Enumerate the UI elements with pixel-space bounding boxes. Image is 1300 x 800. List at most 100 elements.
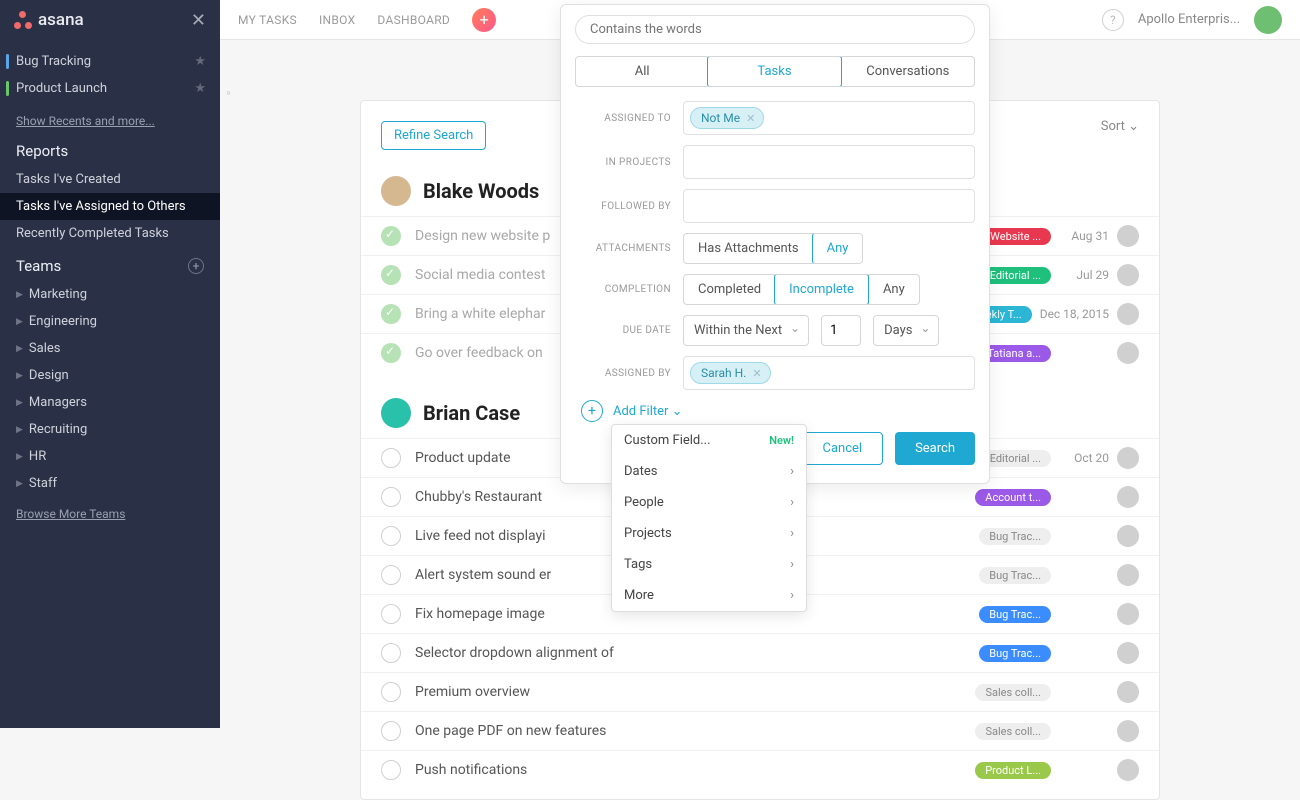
close-sidebar-icon[interactable]: ✕ xyxy=(191,10,206,31)
complete-checkbox[interactable] xyxy=(381,448,401,468)
remove-token-icon[interactable]: ✕ xyxy=(746,112,755,125)
show-recents-link[interactable]: Show Recents and more... xyxy=(0,110,220,132)
token-sarah[interactable]: Sarah H.✕ xyxy=(690,362,771,384)
project-tag[interactable]: Editorial ... xyxy=(980,267,1051,284)
complete-checkbox[interactable] xyxy=(381,565,401,585)
task-row[interactable]: Premium overviewSales coll... xyxy=(361,672,1159,711)
assignee-mini-avatar[interactable] xyxy=(1117,486,1139,508)
complete-checkbox[interactable] xyxy=(381,643,401,663)
assignee-mini-avatar[interactable] xyxy=(1117,603,1139,625)
workspace-name[interactable]: Apollo Enterpris... xyxy=(1138,12,1240,27)
add-team-icon[interactable]: + xyxy=(188,258,204,274)
project-tag[interactable]: Bug Trac... xyxy=(979,528,1051,545)
project-tag[interactable]: Sales coll... xyxy=(975,723,1051,740)
sidebar-team[interactable]: ▶Recruiting xyxy=(0,416,220,443)
help-icon[interactable]: ? xyxy=(1102,9,1124,31)
nav-dashboard[interactable]: DASHBOARD xyxy=(377,13,450,27)
complete-checkbox[interactable] xyxy=(381,265,401,285)
sidebar-project[interactable]: Product Launch★ xyxy=(0,75,220,102)
assignee-mini-avatar[interactable] xyxy=(1117,303,1139,325)
complete-checkbox[interactable] xyxy=(381,487,401,507)
filter-menu-item[interactable]: More› xyxy=(612,580,806,611)
followed-by-field[interactable] xyxy=(683,189,975,223)
project-tag[interactable]: Website ... xyxy=(980,228,1051,245)
filter-menu-item[interactable]: Projects› xyxy=(612,518,806,549)
sidebar-team[interactable]: ▶Staff xyxy=(0,470,220,497)
assignee-mini-avatar[interactable] xyxy=(1117,564,1139,586)
sidebar-project[interactable]: Bug Tracking★ xyxy=(0,48,220,75)
cancel-button[interactable]: Cancel xyxy=(801,432,883,465)
sidebar-team[interactable]: ▶Marketing xyxy=(0,281,220,308)
assignee-mini-avatar[interactable] xyxy=(1117,447,1139,469)
in-projects-field[interactable] xyxy=(683,145,975,179)
task-row[interactable]: Push notificationsProduct L... xyxy=(361,750,1159,789)
filter-menu-item[interactable]: Tags› xyxy=(612,549,806,580)
project-tag[interactable]: Bug Trac... xyxy=(979,606,1051,623)
global-add-button[interactable]: + xyxy=(472,8,496,32)
complete-checkbox[interactable] xyxy=(381,760,401,780)
star-icon[interactable]: ★ xyxy=(194,54,206,69)
add-filter-button[interactable]: + xyxy=(581,400,603,422)
sidebar-report[interactable]: Recently Completed Tasks xyxy=(0,220,220,247)
attach-has[interactable]: Has Attachments xyxy=(684,234,813,263)
assignee-mini-avatar[interactable] xyxy=(1117,681,1139,703)
assignee-mini-avatar[interactable] xyxy=(1117,720,1139,742)
add-filter-text[interactable]: Add Filter ⌄ xyxy=(613,404,683,419)
complete-checkbox[interactable] xyxy=(381,721,401,741)
sidebar-team[interactable]: ▶Managers xyxy=(0,389,220,416)
assignee-mini-avatar[interactable] xyxy=(1117,525,1139,547)
assignee-mini-avatar[interactable] xyxy=(1117,342,1139,364)
assignee-mini-avatar[interactable] xyxy=(1117,264,1139,286)
seg-all[interactable]: All xyxy=(576,57,708,86)
token-not-me[interactable]: Not Me✕ xyxy=(690,107,764,129)
collapse-chevron-icon[interactable]: » xyxy=(226,88,231,99)
logo[interactable]: asana xyxy=(14,10,84,30)
user-avatar[interactable] xyxy=(1254,6,1282,34)
star-icon[interactable]: ★ xyxy=(194,81,206,96)
nav-inbox[interactable]: INBOX xyxy=(319,13,355,27)
complete-checkbox[interactable] xyxy=(381,604,401,624)
filter-menu-item[interactable]: People› xyxy=(612,487,806,518)
completion-any[interactable]: Any xyxy=(868,275,919,304)
due-unit-dropdown[interactable]: Days xyxy=(873,315,939,346)
complete-checkbox[interactable] xyxy=(381,304,401,324)
task-row[interactable]: One page PDF on new featuresSales coll..… xyxy=(361,711,1159,750)
project-tag[interactable]: Bug Trac... xyxy=(979,567,1051,584)
assigned-by-field[interactable]: Sarah H.✕ xyxy=(683,356,975,390)
project-tag[interactable]: Bug Trac... xyxy=(979,645,1051,662)
refine-search-button[interactable]: Refine Search xyxy=(381,121,486,150)
attach-any[interactable]: Any xyxy=(812,233,864,264)
sidebar-report[interactable]: Tasks I've Created xyxy=(0,166,220,193)
assignee-mini-avatar[interactable] xyxy=(1117,759,1139,781)
assignee-mini-avatar[interactable] xyxy=(1117,642,1139,664)
search-button[interactable]: Search xyxy=(895,432,975,465)
project-tag[interactable]: Product L... xyxy=(975,762,1051,779)
sidebar-report[interactable]: Tasks I've Assigned to Others xyxy=(0,193,220,220)
browse-teams-link[interactable]: Browse More Teams xyxy=(0,503,220,525)
nav-my-tasks[interactable]: MY TASKS xyxy=(238,13,297,27)
filter-menu-item[interactable]: Custom Field...New! xyxy=(612,425,806,456)
seg-tasks[interactable]: Tasks xyxy=(707,56,841,87)
sidebar-team[interactable]: ▶Engineering xyxy=(0,308,220,335)
project-tag[interactable]: Account t... xyxy=(975,489,1051,506)
sort-dropdown[interactable]: Sort ⌄ xyxy=(1101,119,1139,134)
assignee-mini-avatar[interactable] xyxy=(1117,225,1139,247)
search-input[interactable] xyxy=(575,15,975,44)
task-row[interactable]: Selector dropdown alignment ofBug Trac..… xyxy=(361,633,1159,672)
complete-checkbox[interactable] xyxy=(381,226,401,246)
filter-menu-item[interactable]: Dates› xyxy=(612,456,806,487)
sidebar-team[interactable]: ▶Sales xyxy=(0,335,220,362)
assigned-to-field[interactable]: Not Me✕ xyxy=(683,101,975,135)
seg-conversations[interactable]: Conversations xyxy=(841,57,974,86)
complete-checkbox[interactable] xyxy=(381,343,401,363)
completion-incomplete[interactable]: Incomplete xyxy=(774,274,869,305)
remove-token-icon[interactable]: ✕ xyxy=(752,367,761,380)
due-range-dropdown[interactable]: Within the Next xyxy=(683,315,809,346)
due-value-input[interactable] xyxy=(821,315,861,346)
project-tag[interactable]: Editorial ... xyxy=(980,450,1051,467)
assignee-avatar[interactable] xyxy=(381,176,411,206)
completion-completed[interactable]: Completed xyxy=(684,275,775,304)
complete-checkbox[interactable] xyxy=(381,526,401,546)
complete-checkbox[interactable] xyxy=(381,682,401,702)
sidebar-team[interactable]: ▶HR xyxy=(0,443,220,470)
